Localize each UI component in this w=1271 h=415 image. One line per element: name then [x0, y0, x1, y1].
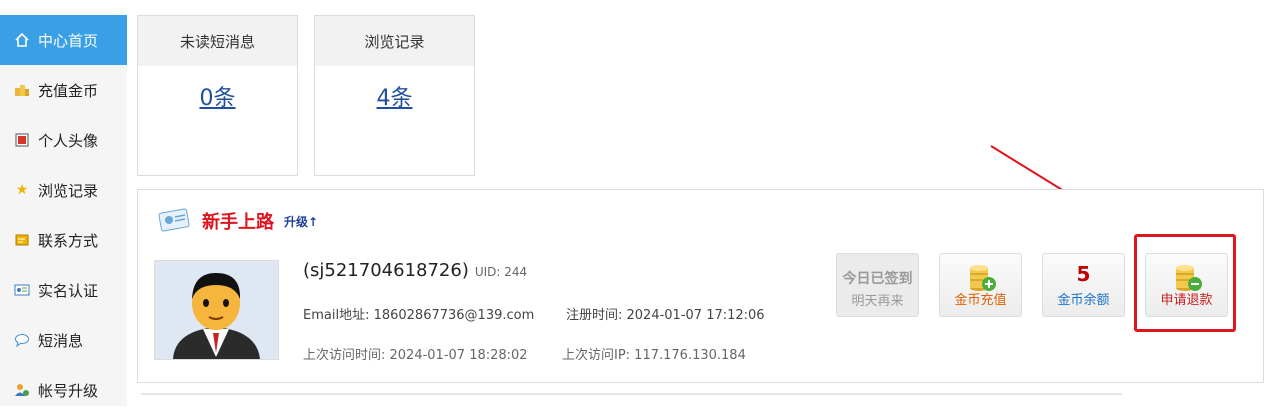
contact-card-icon — [14, 232, 30, 248]
sidebar-item-avatar[interactable]: 个人头像 — [0, 115, 127, 165]
balance-label: 金币余额 — [1057, 293, 1110, 308]
chat-bubble-icon — [14, 332, 30, 348]
uid-text: UID: 244 — [474, 265, 528, 279]
balance-value: 5 — [1076, 262, 1091, 286]
sidebar-item-realname[interactable]: 实名认证 — [0, 265, 127, 315]
username: (sj521704618726) UID: 244 — [303, 260, 527, 281]
star-icon: ★ — [15, 182, 29, 198]
upgrade-link[interactable]: 升级↑ — [284, 213, 318, 230]
come-back-tomorrow-label: 明天再来 — [851, 294, 904, 309]
recharge-label: 金币充值 — [954, 293, 1007, 308]
username-text: (sj521704618726) — [303, 260, 469, 281]
highlight-box — [1134, 234, 1236, 332]
panel-header: 新手上路 升级↑ — [158, 206, 318, 236]
sidebar-item-history[interactable]: ★ 浏览记录 — [0, 165, 127, 215]
card-title: 未读短消息 — [138, 16, 297, 66]
home-icon — [14, 32, 30, 48]
signed-in-label: 今日已签到 — [842, 271, 913, 287]
user-panel: 新手上路 升级↑ (sj521704618726) UID: 244 Email地… — [137, 189, 1264, 383]
history-count-link[interactable]: 4条 — [315, 80, 474, 112]
sidebar-item-home[interactable]: 中心首页 — [0, 15, 127, 65]
coins-icon — [14, 82, 30, 98]
avatar — [154, 260, 279, 360]
sidebar-item-messages[interactable]: 短消息 — [0, 315, 127, 365]
sidebar-item-label: 帐号升级 — [38, 381, 99, 400]
card-title: 浏览记录 — [315, 16, 474, 66]
last-visit-ip-text: 上次访问IP: 117.176.130.184 — [562, 348, 746, 363]
register-time-text: 注册时间: 2024-01-07 17:12:06 — [566, 308, 765, 323]
sidebar-item-label: 中心首页 — [38, 31, 99, 50]
sidebar-item-upgrade[interactable]: 帐号升级 — [0, 365, 127, 415]
email-text: Email地址: 18602867736@139.com — [303, 308, 535, 323]
browse-history-card: 浏览记录 4条 — [314, 15, 475, 176]
divider — [141, 393, 1122, 395]
signed-in-button[interactable]: 今日已签到 明天再来 — [836, 253, 919, 317]
user-upgrade-icon — [14, 382, 30, 398]
sidebar-item-label: 实名认证 — [38, 281, 99, 300]
balance-button[interactable]: 5 金币余额 — [1042, 253, 1125, 317]
sidebar-item-label: 充值金币 — [38, 81, 99, 100]
avatar-frame-icon — [14, 132, 30, 148]
last-visit-time-text: 上次访问时间: 2024-01-07 18:28:02 — [303, 348, 528, 363]
id-card-icon — [14, 282, 30, 298]
sidebar-item-contact[interactable]: 联系方式 — [0, 215, 127, 265]
sidebar-item-label: 浏览记录 — [38, 181, 99, 200]
id-badge-icon — [158, 206, 194, 236]
sidebar-item-recharge[interactable]: 充值金币 — [0, 65, 127, 115]
sidebar-item-label: 短消息 — [38, 331, 84, 350]
unread-count-link[interactable]: 0条 — [138, 80, 297, 112]
sidebar-item-label: 联系方式 — [38, 231, 99, 250]
recharge-button[interactable]: 金币充值 — [939, 253, 1022, 317]
sidebar: 中心首页 充值金币 个人头像 ★ 浏览记录 联系方式 实名认证 短消息 帐号升级 — [0, 15, 127, 406]
panel-title: 新手上路 — [202, 212, 274, 233]
sidebar-item-label: 个人头像 — [38, 131, 99, 150]
unread-messages-card: 未读短消息 0条 — [137, 15, 298, 176]
